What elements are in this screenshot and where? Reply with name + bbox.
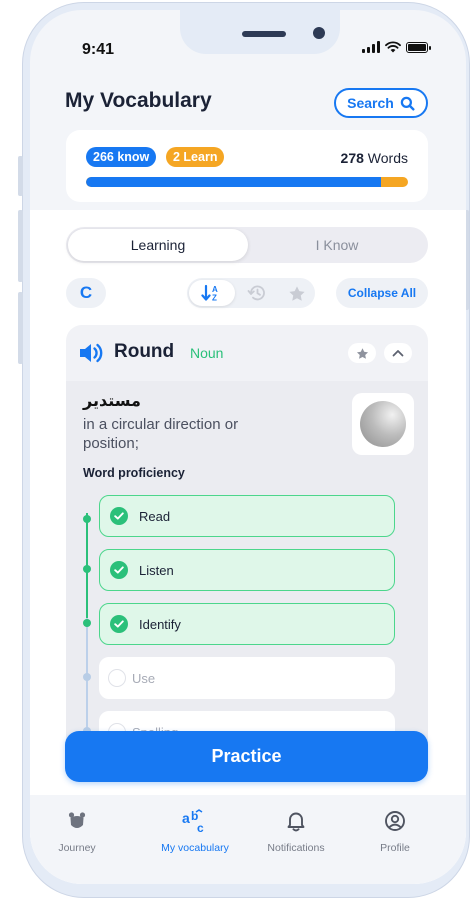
- side-button: [18, 210, 23, 282]
- timeline-dot: [83, 619, 91, 627]
- status-icons: [362, 41, 431, 53]
- part-of-speech: Noun: [190, 345, 224, 361]
- step-label: Listen: [139, 562, 174, 578]
- step-label: Identify: [139, 616, 181, 632]
- nav-notifications-label: Notifications: [267, 842, 325, 854]
- side-button: [18, 292, 23, 364]
- star-icon: [289, 285, 305, 301]
- progress-bar-fill: [86, 177, 381, 187]
- search-button[interactable]: Search: [334, 88, 428, 118]
- sort-az-icon: AZ: [201, 284, 218, 303]
- proficiency-step[interactable]: Read: [99, 495, 395, 537]
- app-screen: 9:41 My Vocabulary Search 266 know 2 Lea…: [30, 10, 466, 884]
- word-card: Round Noun مستدير in a circular directio…: [66, 325, 428, 765]
- word-card-header[interactable]: Round Noun: [66, 325, 428, 381]
- page-title: My Vocabulary: [65, 89, 212, 112]
- nav-journey-label: Journey: [58, 842, 96, 854]
- battery-icon: [406, 41, 431, 53]
- camera: [313, 27, 325, 39]
- nav-profile-label: Profile: [380, 842, 410, 854]
- svg-text:Z: Z: [212, 294, 217, 303]
- timeline-dot: [83, 515, 91, 523]
- word-title: Round: [114, 341, 175, 362]
- nav-profile[interactable]: Profile: [350, 807, 440, 854]
- tab-i-know[interactable]: I Know: [248, 229, 426, 261]
- word-definition: in a circular direction or position;: [83, 416, 239, 452]
- search-icon: [400, 96, 415, 111]
- favorite-button[interactable]: [348, 343, 376, 363]
- nav-notifications[interactable]: Notifications: [251, 807, 341, 854]
- collapse-card-button[interactable]: [384, 343, 412, 363]
- word-card-body: مستدير in a circular direction or positi…: [66, 381, 428, 765]
- search-label: Search: [347, 95, 394, 111]
- word-image: [352, 393, 414, 455]
- proficiency-step[interactable]: Identify: [99, 603, 395, 645]
- know-badge: 266 know: [86, 147, 157, 167]
- sort-recent-button[interactable]: [239, 280, 275, 306]
- check-icon: [110, 507, 128, 525]
- tab-learning[interactable]: Learning: [68, 229, 248, 261]
- step-label: Read: [139, 508, 171, 524]
- proficiency-title: Word proficiency: [83, 466, 185, 480]
- word-translation: مستدير: [83, 393, 141, 410]
- practice-button[interactable]: Practice: [65, 731, 428, 782]
- status-time: 9:41: [82, 41, 115, 58]
- chevron-up-icon: [392, 350, 404, 357]
- history-icon: [247, 285, 265, 301]
- side-button: [18, 156, 23, 196]
- step-label: Use: [132, 670, 156, 686]
- collapse-all-button[interactable]: Collapse All: [336, 278, 428, 308]
- speaker-icon[interactable]: [78, 341, 106, 365]
- speaker-grille: [242, 31, 286, 37]
- bell-icon: [287, 812, 305, 832]
- notch: [180, 10, 340, 54]
- vocabulary-icon: a bc: [182, 809, 204, 834]
- word-count-unit: Words: [367, 150, 408, 166]
- nav-my-vocabulary[interactable]: abc My vocabulary: [150, 807, 240, 854]
- nav-journey[interactable]: Journey: [32, 807, 122, 854]
- timeline-dot: [83, 565, 91, 573]
- progress-bar: [86, 177, 408, 187]
- check-icon: [110, 615, 128, 633]
- sphere-image: [360, 401, 406, 447]
- nav-my-vocabulary-label: My vocabulary: [161, 842, 229, 854]
- proficiency-step[interactable]: Use: [99, 657, 395, 699]
- progress-card: 266 know 2 Learn 278 Words: [66, 130, 428, 202]
- check-icon: [110, 561, 128, 579]
- empty-check-icon: [108, 669, 126, 687]
- svg-text:c: c: [197, 821, 204, 834]
- star-icon: [356, 347, 368, 359]
- sort-starred-button[interactable]: [279, 280, 315, 306]
- bear-icon: [68, 812, 86, 828]
- letter-filter[interactable]: C: [66, 278, 106, 308]
- profile-icon: [385, 811, 405, 831]
- learn-badge: 2 Learn: [166, 147, 225, 167]
- bottom-nav: Journey abc My vocabulary Notifications …: [30, 795, 466, 884]
- wifi-icon: [385, 41, 401, 53]
- proficiency-step[interactable]: Listen: [99, 549, 395, 591]
- sort-options: AZ: [187, 278, 315, 308]
- list-segmented-control: Learning I Know: [66, 227, 428, 263]
- sort-alphabetical-button[interactable]: AZ: [189, 280, 235, 306]
- word-count-number: 278: [340, 150, 364, 166]
- vocabulary-list-area: Learning I Know C AZ Collapse All Round …: [30, 210, 466, 884]
- svg-text:a: a: [182, 810, 190, 826]
- word-count: 278 Words: [341, 150, 408, 166]
- timeline-dot: [83, 673, 91, 681]
- signal-icon: [362, 41, 380, 53]
